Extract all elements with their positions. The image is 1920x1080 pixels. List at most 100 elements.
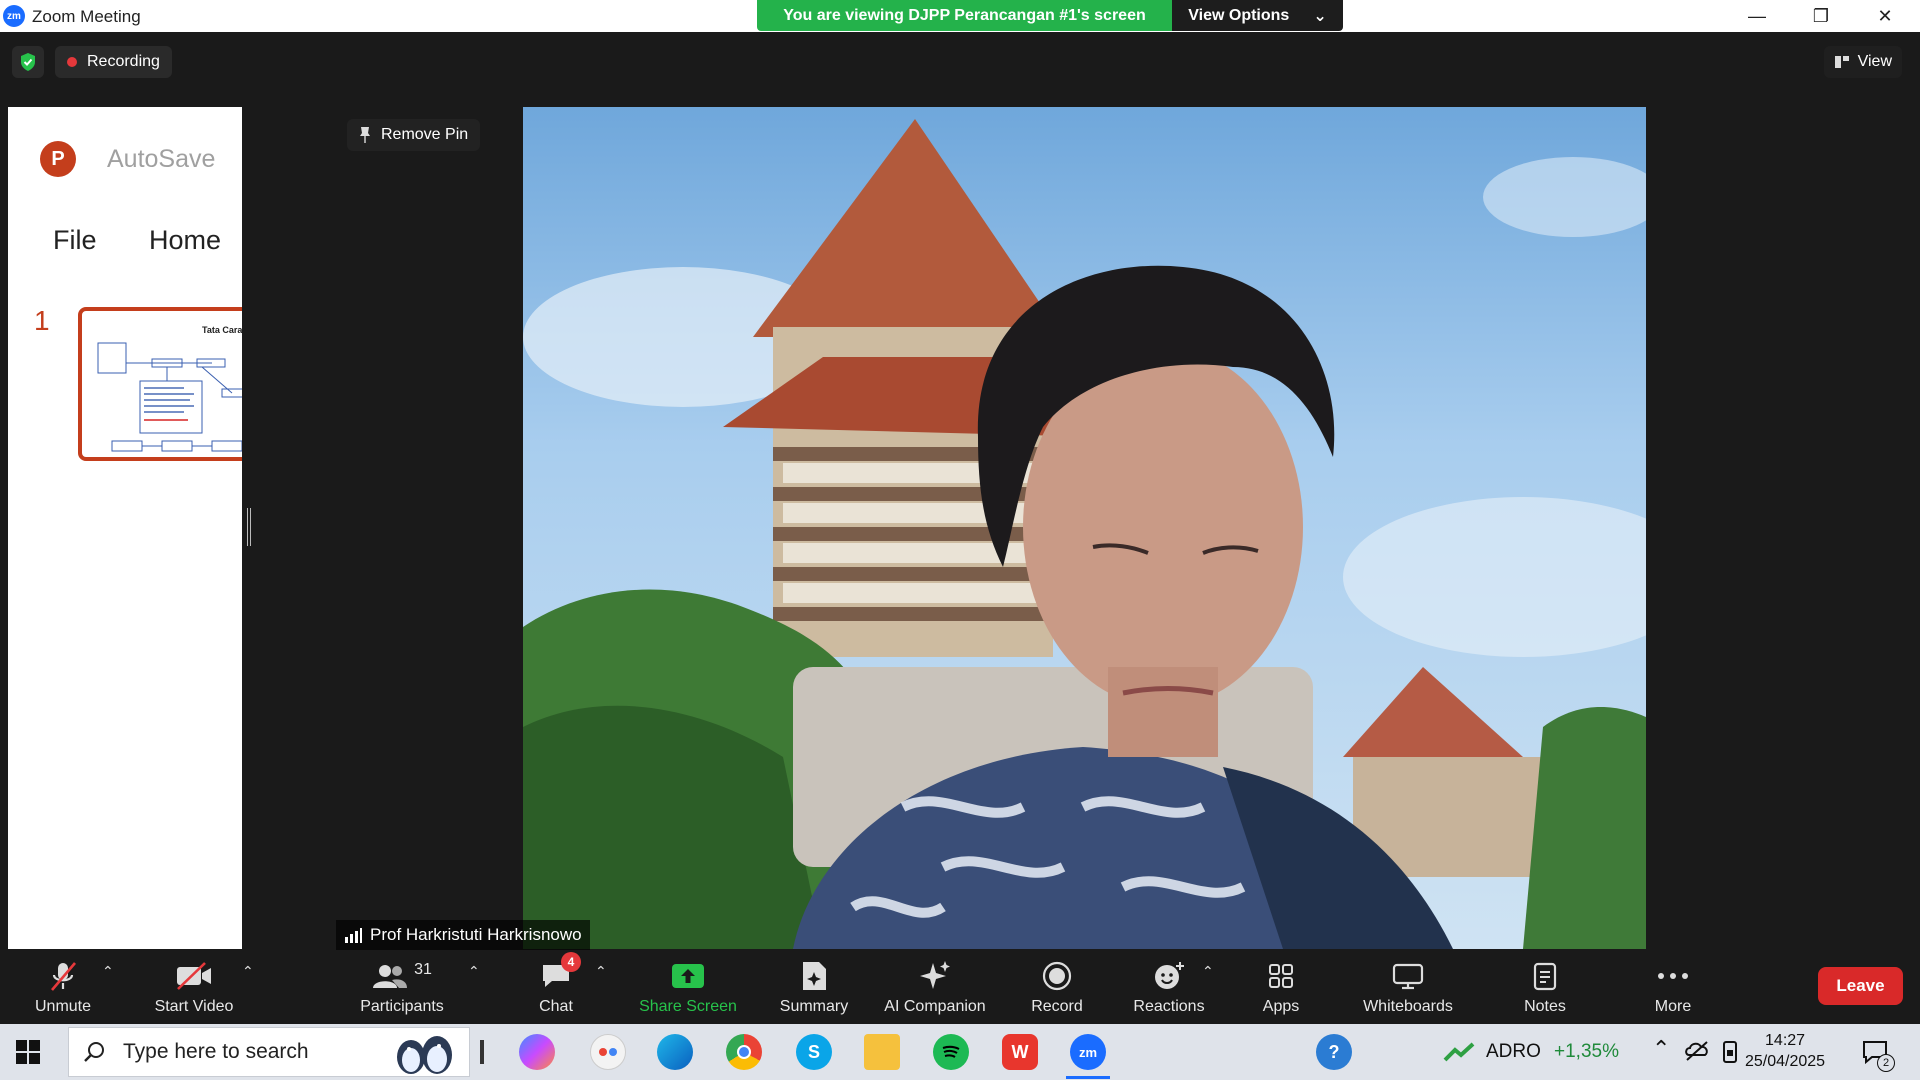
more-dots-icon [1658,973,1688,979]
device-tray-icon[interactable] [1721,1040,1739,1064]
reactions-options-caret[interactable]: ⌃ [1202,963,1214,980]
notes-icon [1533,962,1557,991]
autosave-label: AutoSave [107,145,216,173]
summary-button[interactable]: Summary [772,950,856,1024]
network-offline-icon[interactable] [1684,1040,1710,1062]
chrome-taskbar-icon[interactable] [726,1034,762,1070]
wps-office-taskbar-icon[interactable]: W [1002,1034,1038,1070]
edge-taskbar-icon[interactable] [657,1034,693,1070]
participants-options-caret[interactable]: ⌃ [468,963,480,980]
participants-button[interactable]: 31 Participants [350,950,454,1024]
share-banner: You are viewing DJPP Perancangan #1's sc… [757,0,1343,31]
participants-label: Participants [360,998,444,1015]
ai-sparkle-icon [920,961,950,989]
participant-name: Prof Harkristuti Harkrisnowo [370,925,582,944]
recording-dot-icon [67,57,77,67]
notes-button[interactable]: Notes [1518,950,1572,1024]
audio-options-caret[interactable]: ⌃ [102,963,114,980]
video-camera-off-icon [177,962,211,990]
chat-options-caret[interactable]: ⌃ [595,963,607,980]
app-dots-icon [599,1048,617,1056]
zoom-active-indicator [1066,1076,1110,1079]
whiteboards-label: Whiteboards [1363,998,1453,1015]
stock-symbol[interactable]: ADRO [1486,1041,1541,1063]
tray-chevron-up-icon[interactable]: ⌃ [1652,1036,1670,1062]
recording-label: Recording [87,53,160,70]
notes-label: Notes [1524,998,1566,1015]
restore-icon: ❐ [1812,5,1830,26]
slide-thumbnail[interactable]: Tata Cara [78,307,242,461]
title-bar: zm Zoom Meeting You are viewing DJPP Per… [0,0,1920,32]
view-button[interactable]: View [1823,46,1902,78]
windows-taskbar: Type here to search S W zm ? ADRO +1,35%… [0,1024,1920,1080]
chat-unread-badge: 4 [561,952,581,972]
viewing-screen-message: You are viewing DJPP Perancangan #1's sc… [757,0,1172,31]
remove-pin-button[interactable]: Remove Pin [347,119,481,151]
security-shield-button[interactable] [12,46,44,78]
chrome-center-icon [737,1045,751,1059]
reactions-smiley-icon [1155,962,1184,989]
more-button[interactable]: More [1648,950,1698,1024]
view-options-label: View Options [1188,6,1290,24]
app-taskbar-icon[interactable] [590,1034,626,1070]
skype-taskbar-icon[interactable]: S [796,1034,832,1070]
spotify-waves-icon [942,1045,960,1058]
restore-button[interactable]: ❐ [1790,0,1852,32]
zoom-taskbar-icon[interactable]: zm [1070,1034,1106,1070]
view-label: View [1857,53,1892,70]
shared-screen-powerpoint[interactable]: P AutoSave File Home 1 Tata Cara [8,107,242,949]
close-button[interactable]: ✕ [1854,0,1916,32]
view-layout-icon [1834,56,1849,68]
unmute-button[interactable]: Unmute [22,950,104,1024]
panel-splitter-handle[interactable] [247,508,251,546]
video-feed-image [523,119,1646,949]
record-button[interactable]: Record [1028,950,1086,1024]
file-explorer-taskbar-icon[interactable] [864,1034,900,1070]
record-icon [1042,961,1072,991]
menu-home[interactable]: Home [149,225,221,256]
copilot-taskbar-icon[interactable] [519,1034,555,1070]
signal-strength-icon [345,928,362,943]
participant-video[interactable] [523,107,1646,949]
start-button[interactable] [16,1040,40,1069]
stock-change[interactable]: +1,35% [1554,1041,1619,1063]
meeting-topbar: Recording View [0,32,1920,88]
meeting-toolbar: Unmute ⌃ Start Video ⌃ 31 Participants ⌃… [0,950,1920,1024]
help-tray-icon[interactable]: ? [1316,1034,1352,1070]
more-label: More [1654,998,1692,1015]
recording-indicator[interactable]: Recording [55,46,172,78]
windows-logo-icon [16,1040,40,1064]
view-options-button[interactable]: View Options ⌄ [1172,0,1343,31]
ai-companion-button[interactable]: AI Companion [878,950,992,1024]
unmute-label: Unmute [34,998,92,1015]
powerpoint-logo-icon: P [40,141,76,177]
chat-label: Chat [539,998,573,1015]
reactions-button[interactable]: Reactions [1130,950,1208,1024]
search-icon [84,1042,104,1062]
apps-button[interactable]: Apps [1256,950,1306,1024]
participants-icon [373,965,408,988]
share-screen-button[interactable]: Share Screen [634,950,742,1024]
task-view-divider [480,1040,484,1064]
record-label: Record [1031,998,1083,1015]
zoom-logo-icon: zm [3,5,25,27]
close-icon: ✕ [1877,5,1893,26]
window-title: Zoom Meeting [32,7,141,26]
system-clock[interactable]: 14:27 25/04/2025 [1745,1030,1825,1072]
notification-count-badge: 2 [1877,1054,1895,1072]
video-options-caret[interactable]: ⌃ [242,963,254,980]
spotify-taskbar-icon[interactable] [933,1034,969,1070]
minimize-button[interactable]: — [1726,0,1788,32]
whiteboards-button[interactable]: Whiteboards [1354,950,1462,1024]
start-video-button[interactable]: Start Video [144,950,244,1024]
taskbar-search-box[interactable]: Type here to search [68,1027,470,1077]
clock-time: 14:27 [1765,1032,1806,1049]
microphone-muted-icon [51,962,76,991]
leave-button[interactable]: Leave [1818,967,1903,1005]
summary-label: Summary [779,998,849,1015]
search-placeholder: Type here to search [123,1040,309,1063]
ai-companion-label: AI Companion [884,998,986,1015]
start-video-label: Start Video [154,998,234,1015]
menu-file[interactable]: File [53,225,97,256]
chevron-down-icon: ⌄ [1313,7,1327,25]
